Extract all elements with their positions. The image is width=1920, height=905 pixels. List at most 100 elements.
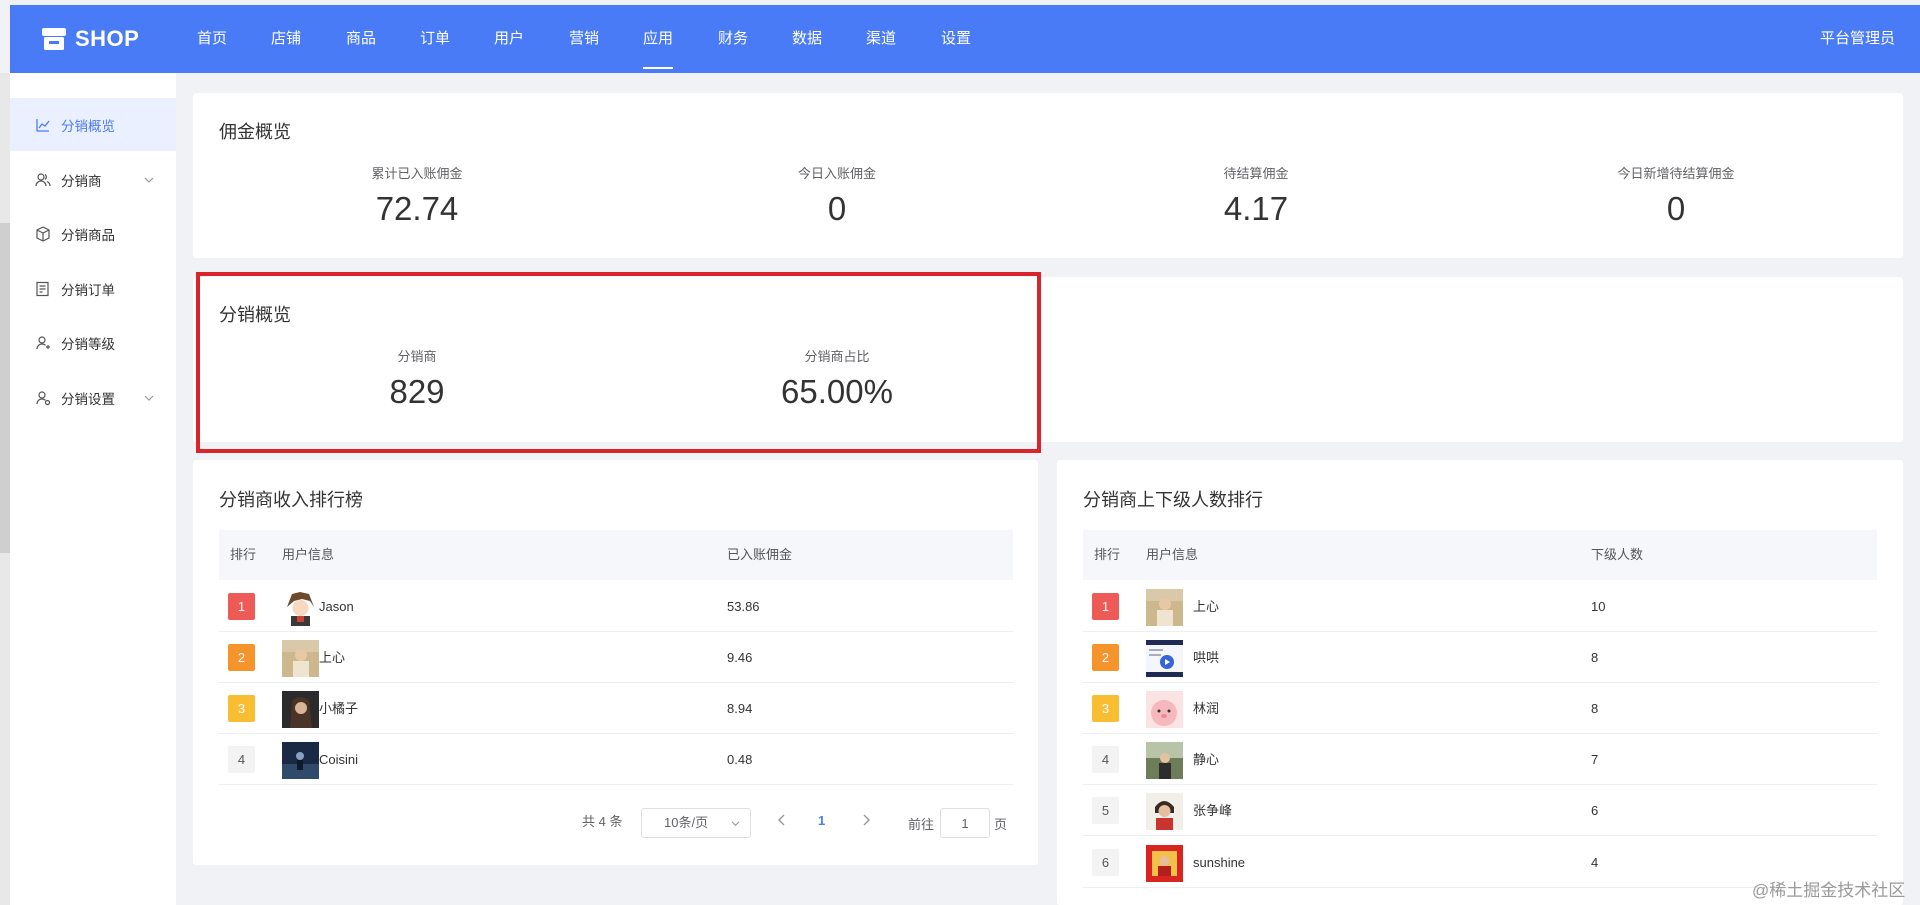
nav-item-marketing[interactable]: 营销	[569, 5, 599, 73]
sidebar-item-levels[interactable]: 分销等级	[10, 316, 176, 369]
logo[interactable]: SHOP	[41, 5, 139, 73]
sidebar-item-goods[interactable]: 分销商品	[10, 207, 176, 260]
nav-item-orders[interactable]: 订单	[420, 5, 450, 73]
nav-item-data[interactable]: 数据	[792, 5, 822, 73]
scrollbar-thumb[interactable]	[0, 223, 10, 553]
user-name: sunshine	[1193, 855, 1246, 870]
watermark: @稀土掘金技术社区	[1752, 881, 1906, 900]
avatar	[1146, 589, 1183, 626]
users-icon	[35, 172, 51, 186]
stat-label: 今日入账佣金	[797, 166, 877, 181]
stat-today-new-pending: 今日新增待结算佣金 0	[1617, 163, 1734, 228]
card-title: 分销商收入排行榜	[219, 490, 363, 510]
box-icon	[36, 225, 50, 242]
user-name: 林润	[1193, 701, 1220, 716]
column-header: 排行	[230, 547, 257, 562]
sidebar-item-distributors[interactable]: 分销商	[10, 153, 176, 206]
avatar	[1146, 742, 1183, 779]
table-row[interactable]: 1 Jason 53.86	[219, 581, 1013, 632]
pagination-total: 共 4 条	[582, 814, 623, 829]
table-header: 排行 用户信息 下级人数	[1083, 530, 1877, 580]
table-row[interactable]: 3 林润 8	[1083, 683, 1877, 734]
avatar	[282, 640, 319, 677]
goto-page-input[interactable]	[940, 808, 990, 838]
sidebar-item-orders[interactable]: 分销订单	[10, 262, 176, 315]
nav-item-users[interactable]: 用户	[494, 5, 524, 73]
avatar	[1146, 691, 1183, 728]
sidebar-item-settings[interactable]: 分销设置	[10, 371, 176, 424]
subordinate-count: 8	[1591, 701, 1599, 716]
avatar	[282, 691, 319, 728]
stat-value: 0	[1666, 190, 1686, 227]
user-name: Jason	[319, 599, 354, 614]
nav-item-home[interactable]: 首页	[197, 5, 227, 73]
nav-item-apps[interactable]: 应用	[642, 5, 674, 73]
table-row[interactable]: 3 小橘子 8.94	[219, 683, 1013, 734]
next-page-icon[interactable]	[860, 813, 872, 827]
goto-label: 前往	[908, 817, 935, 832]
stat-value: 72.74	[375, 190, 459, 227]
commission-overview-card: 佣金概览 累计已入账佣金 72.74 今日入账佣金 0 待结算佣金 4.17 今…	[193, 93, 1903, 258]
table-row[interactable]: 1 上心 10	[1083, 581, 1877, 632]
table-row[interactable]: 2 上心 9.46	[219, 632, 1013, 683]
chevron-down-icon	[144, 395, 154, 401]
sidebar-item-label: 分销概览	[61, 118, 115, 134]
stat-label: 累计已入账佣金	[371, 166, 463, 181]
stat-value: 4.17	[1223, 190, 1289, 227]
sidebar-item-label: 分销订单	[61, 282, 115, 298]
user-name: 小橘子	[319, 701, 359, 716]
chevron-down-icon	[731, 821, 740, 827]
left-scrollbar[interactable]	[0, 73, 10, 905]
column-header: 下级人数	[1591, 547, 1644, 562]
table-row[interactable]: 4 静心 7	[1083, 734, 1877, 785]
page-size-label: 10条/页	[664, 815, 709, 830]
table-row[interactable]: 2 哄哄 8	[1083, 632, 1877, 683]
nav-item-store[interactable]: 店铺	[271, 5, 301, 73]
page-suffix: 页	[994, 817, 1008, 832]
highlight-box	[196, 272, 1041, 453]
sidebar-item-label: 分销设置	[61, 391, 115, 407]
user-name: 静心	[1193, 752, 1220, 767]
avatar	[1146, 793, 1183, 830]
subordinate-count: 6	[1591, 803, 1599, 818]
stat-value: 0	[827, 190, 847, 227]
table-row[interactable]: 4 Coisini 0.48	[219, 734, 1013, 785]
user-name: 上心	[319, 650, 346, 665]
column-header: 用户信息	[1146, 547, 1199, 562]
chevron-down-icon	[144, 177, 154, 183]
commission-value: 8.94	[727, 701, 753, 716]
stat-today-commission: 今日入账佣金 0	[798, 163, 876, 228]
avatar	[282, 589, 319, 626]
nav-item-settings[interactable]: 设置	[941, 5, 971, 73]
rank-badge: 2	[228, 644, 255, 671]
commission-value: 53.86	[727, 599, 760, 614]
current-page-number[interactable]: 1	[818, 813, 825, 828]
chart-line-icon	[36, 118, 50, 132]
rank-badge: 4	[228, 746, 255, 773]
shop-icon	[42, 28, 66, 50]
subordinate-count: 7	[1591, 752, 1599, 767]
rank-badge: 4	[1092, 746, 1119, 773]
avatar	[1146, 845, 1183, 882]
user-settings-icon	[36, 390, 51, 405]
order-icon	[36, 281, 49, 296]
commission-value: 0.48	[727, 752, 753, 767]
admin-user-menu[interactable]: 平台管理员	[1820, 5, 1895, 73]
nav-item-goods[interactable]: 商品	[346, 5, 376, 73]
prev-page-icon[interactable]	[776, 813, 788, 827]
logo-text: SHOP	[75, 26, 140, 51]
nav-item-channels[interactable]: 渠道	[866, 5, 896, 73]
nav-item-finance[interactable]: 财务	[718, 5, 748, 73]
table-header: 排行 用户信息 已入账佣金	[219, 530, 1013, 580]
page-size-select[interactable]: 10条/页	[641, 808, 751, 838]
rank-badge: 3	[228, 695, 255, 722]
column-header: 已入账佣金	[727, 547, 793, 562]
rank-badge: 6	[1092, 849, 1119, 876]
column-header: 用户信息	[282, 547, 335, 562]
table-row[interactable]: 5 张争峰 6	[1083, 785, 1877, 836]
sidebar-item-overview[interactable]: 分销概览	[10, 98, 176, 151]
user-name: Coisini	[319, 752, 359, 767]
user-name: 哄哄	[1193, 650, 1220, 665]
subordinate-count: 8	[1591, 650, 1599, 665]
stat-label: 待结算佣金	[1223, 166, 1289, 181]
